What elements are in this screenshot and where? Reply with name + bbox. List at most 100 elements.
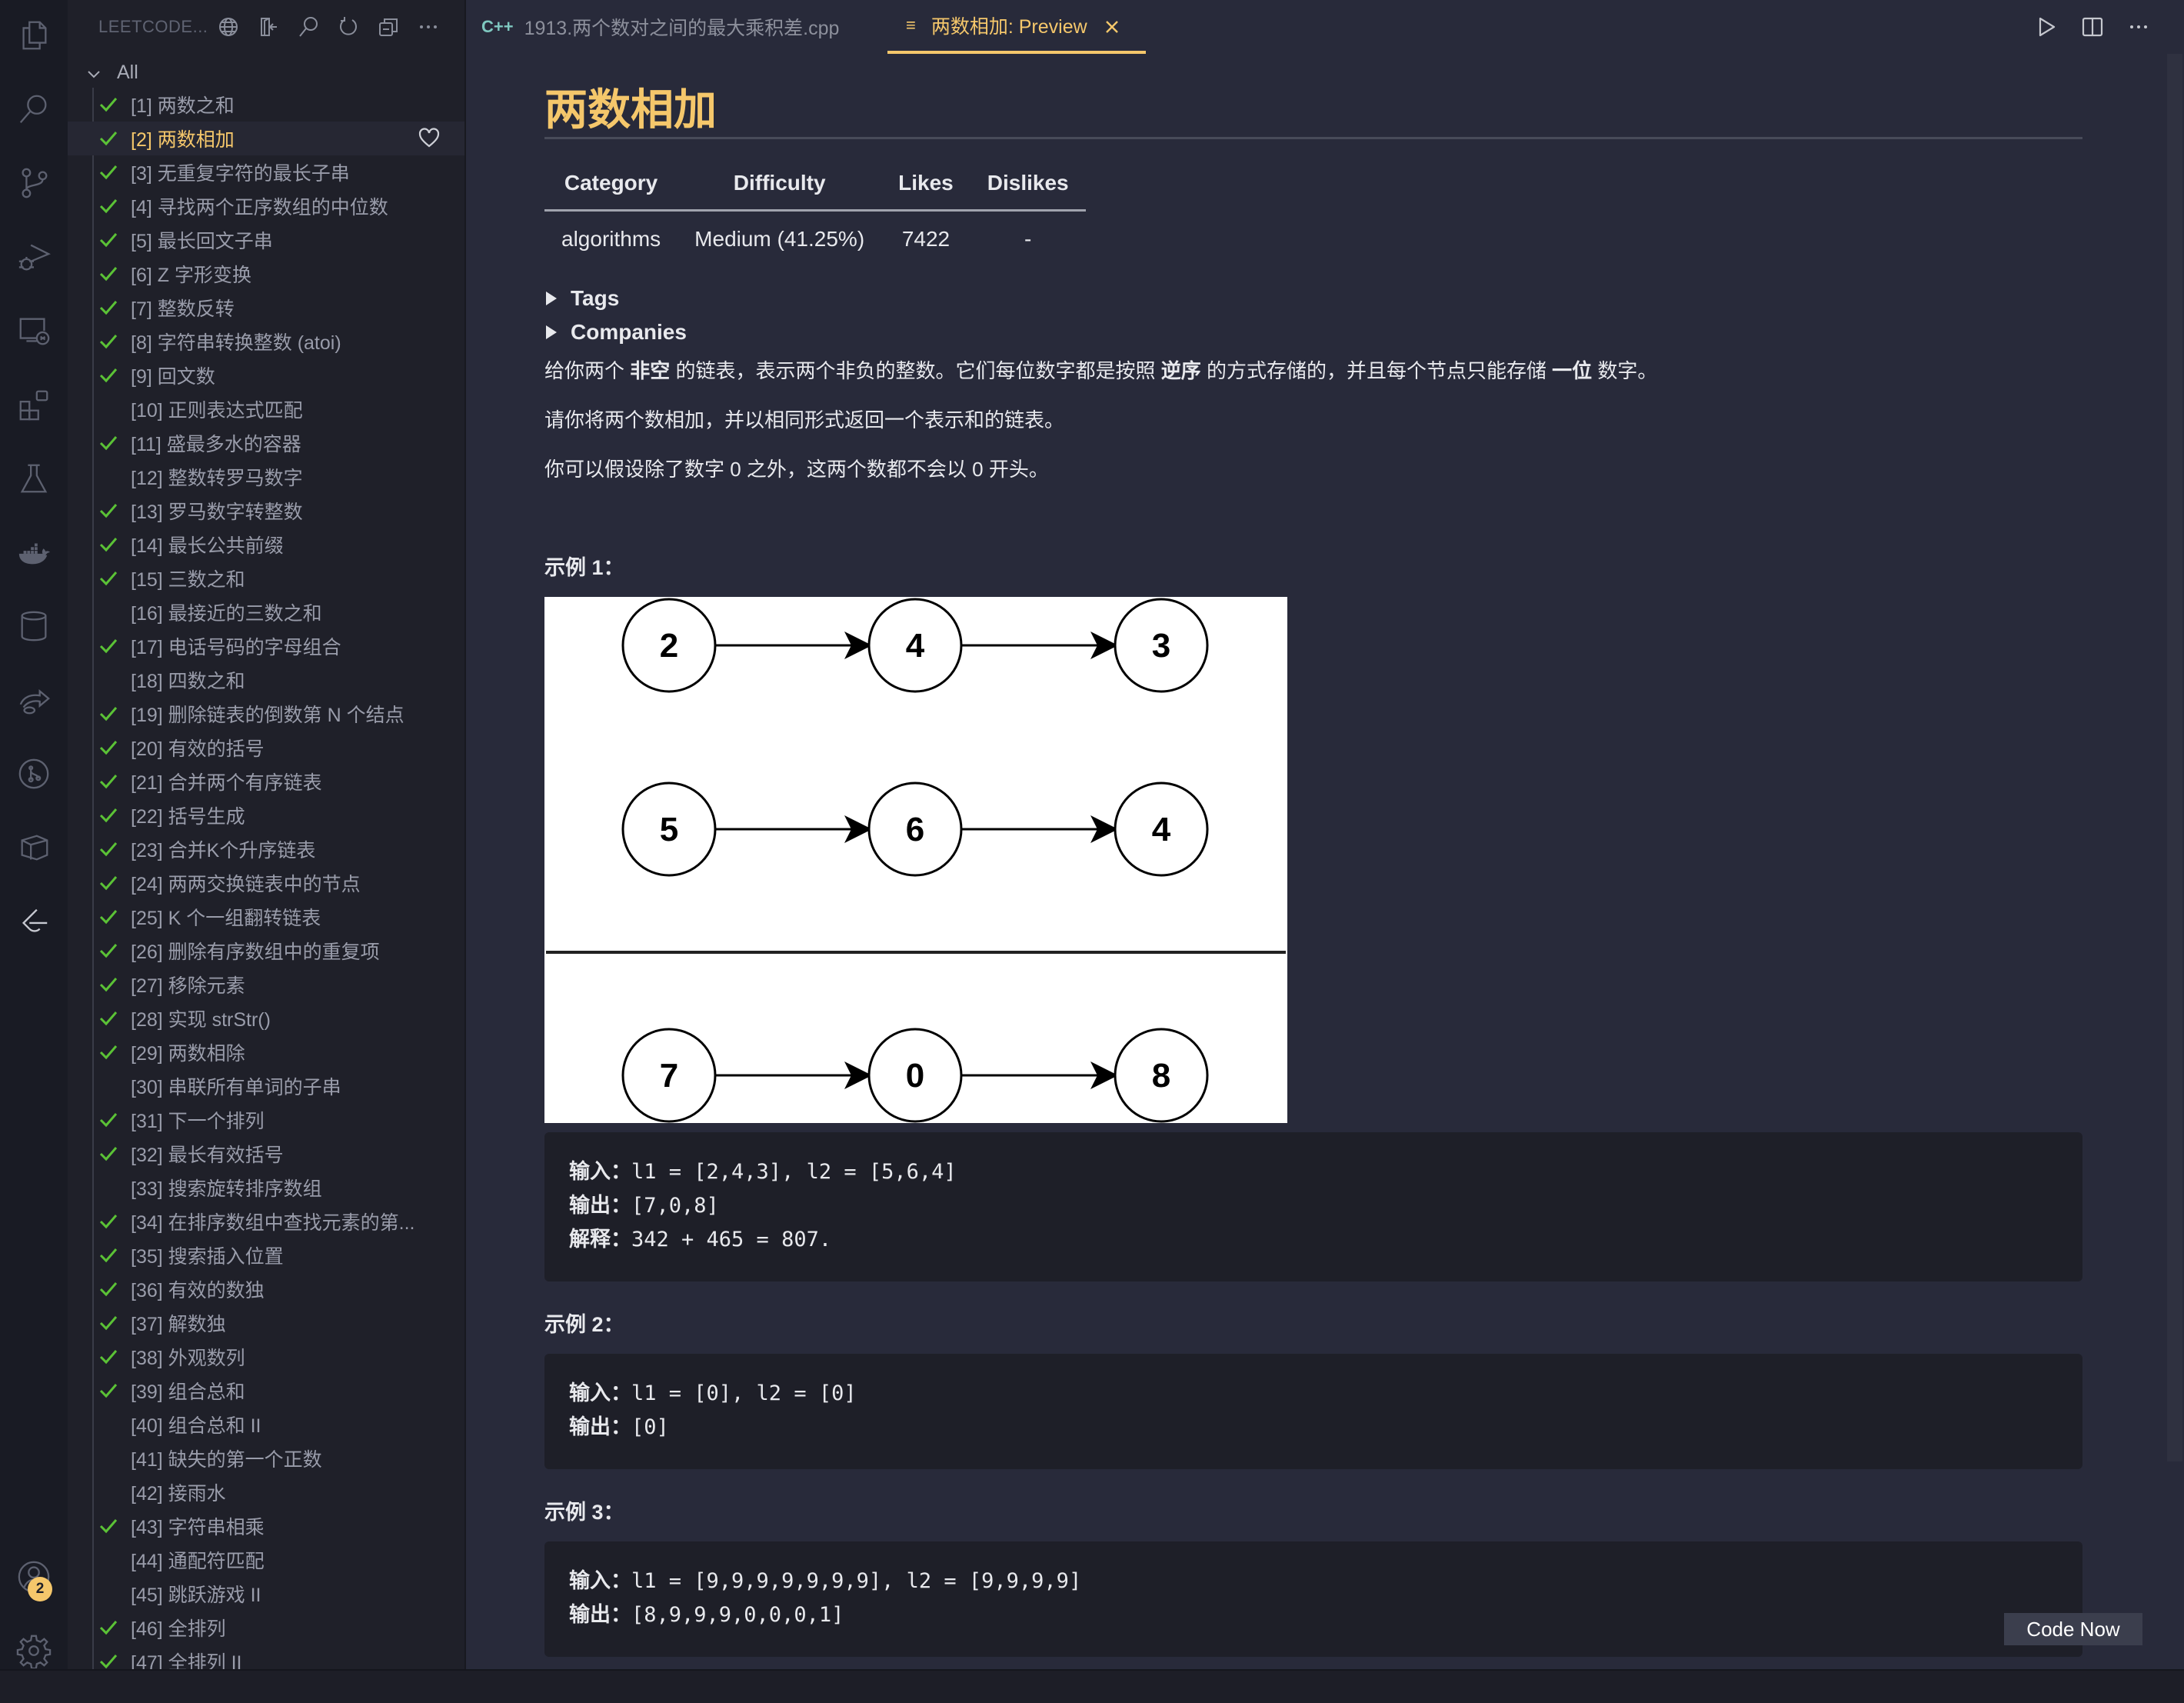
sign-out-icon[interactable] — [254, 12, 283, 42]
problem-list-item[interactable]: [13] 罗马数字转整数 — [68, 494, 464, 528]
more-actions-icon[interactable] — [2124, 12, 2153, 42]
problem-list-item[interactable]: [4] 寻找两个正序数组的中位数 — [68, 189, 464, 223]
solved-check-icon — [98, 772, 118, 791]
problem-list-item[interactable]: [38] 外观数列 — [68, 1340, 464, 1374]
cell-category: algorithms — [561, 227, 661, 251]
code-text: 342 + 465 = 807. — [631, 1228, 832, 1251]
problem-list-item[interactable]: [46] 全排列 — [68, 1611, 464, 1645]
problem-list-item[interactable]: [14] 最长公共前缀 — [68, 528, 464, 562]
favorite-heart-icon[interactable] — [418, 128, 441, 149]
tab-preview[interactable]: ≡ 两数相加: Preview — [887, 0, 1146, 54]
problem-list-item[interactable]: [3] 无重复字符的最长子串 — [68, 155, 464, 189]
testing-icon[interactable] — [15, 460, 52, 497]
solved-check-icon — [98, 1618, 118, 1637]
problem-list-item[interactable]: [17] 电话号码的字母组合 — [68, 629, 464, 663]
more-icon[interactable] — [414, 12, 443, 42]
problem-list-item[interactable]: [47] 全排列 II — [68, 1645, 464, 1669]
tab-cpp-file[interactable]: C++ 1913.两个数对之间的最大乘积差.cpp — [481, 0, 839, 54]
problem-list-item[interactable]: [32] 最长有效括号 — [68, 1137, 464, 1171]
extensions-icon[interactable] — [15, 386, 52, 423]
solved-check-icon — [98, 1212, 118, 1231]
problem-list-item[interactable]: [35] 搜索插入位置 — [68, 1238, 464, 1272]
problem-list-item[interactable]: [9] 回文数 — [68, 358, 464, 392]
problem-list-item[interactable]: [44] 通配符匹配 — [68, 1543, 464, 1577]
problem-label: [28] 实现 strStr() — [131, 1009, 271, 1031]
problem-list-item[interactable]: [21] 合并两个有序链表 — [68, 765, 464, 798]
code-label: 输入： — [569, 1381, 631, 1405]
solved-check-icon — [98, 1381, 118, 1400]
problem-list-item[interactable]: [24] 两两交换链表中的节点 — [68, 866, 464, 900]
globe-icon[interactable] — [214, 12, 243, 42]
leetcode-icon[interactable] — [15, 903, 52, 940]
code-label: 解释： — [569, 1228, 631, 1251]
problem-list-item[interactable]: [25] K 个一组翻转链表 — [68, 900, 464, 934]
problem-list-item[interactable]: [30] 串联所有单词的子串 — [68, 1069, 464, 1103]
problem-list-item[interactable]: [43] 字符串相乘 — [68, 1509, 464, 1543]
run-icon[interactable] — [2032, 12, 2061, 42]
problem-list-item[interactable]: [29] 两数相除 — [68, 1035, 464, 1069]
problem-list-item[interactable]: [18] 四数之和 — [68, 663, 464, 697]
source-control-icon[interactable] — [15, 165, 52, 202]
problem-list-item[interactable]: [11] 盛最多水的容器 — [68, 426, 464, 460]
problem-list-item[interactable]: [27] 移除元素 — [68, 968, 464, 1001]
problem-list-item[interactable]: [10] 正则表达式匹配 — [68, 392, 464, 426]
problem-list-item[interactable]: [8] 字符串转换整数 (atoi) — [68, 325, 464, 358]
git-graph-icon[interactable] — [15, 755, 52, 792]
close-icon[interactable] — [1104, 18, 1120, 33]
problem-list-item[interactable]: [28] 实现 strStr() — [68, 1001, 464, 1035]
database-icon[interactable] — [15, 608, 52, 645]
problem-label: [38] 外观数列 — [131, 1348, 245, 1369]
problem-list-item[interactable]: [15] 三数之和 — [68, 562, 464, 595]
problem-list-item[interactable]: [6] Z 字形变换 — [68, 257, 464, 291]
problem-list-item[interactable]: [34] 在排序数组中查找元素的第... — [68, 1205, 464, 1238]
code-text: l1 = [9,9,9,9,9,9,9], l2 = [9,9,9,9] — [631, 1569, 1082, 1593]
editor-scrollbar[interactable] — [2167, 54, 2182, 1461]
example-3-code: 输入：l1 = [9,9,9,9,9,9,9], l2 = [9,9,9,9] … — [544, 1541, 2082, 1657]
header-difficulty: Difficulty — [678, 171, 882, 212]
problem-label: [42] 接雨水 — [131, 1483, 226, 1505]
problem-list-item[interactable]: [16] 最接近的三数之和 — [68, 595, 464, 629]
collapse-all-icon[interactable] — [374, 12, 403, 42]
run-debug-icon[interactable] — [15, 238, 52, 275]
search-icon[interactable] — [294, 12, 323, 42]
problem-list-item[interactable]: [22] 括号生成 — [68, 798, 464, 832]
problem-label: [25] K 个一组翻转链表 — [131, 908, 321, 929]
docker-icon[interactable] — [15, 534, 52, 571]
explorer-icon[interactable] — [15, 17, 52, 54]
problem-list-item[interactable]: [20] 有效的括号 — [68, 731, 464, 765]
live-share-icon[interactable] — [15, 682, 52, 718]
problem-list-item[interactable]: [42] 接雨水 — [68, 1475, 464, 1509]
search-icon[interactable] — [15, 91, 52, 128]
problem-label: [39] 组合总和 — [131, 1381, 245, 1403]
settings-gear-icon[interactable] — [15, 1632, 52, 1669]
problem-list-item[interactable]: [1] 两数之和 — [68, 88, 464, 122]
split-editor-icon[interactable] — [2078, 12, 2107, 42]
problem-list-item[interactable]: [2] 两数相加 — [68, 122, 464, 155]
problem-list-item[interactable]: [41] 缺失的第一个正数 — [68, 1441, 464, 1475]
problem-list-item[interactable]: [19] 删除链表的倒数第 N 个结点 — [68, 697, 464, 731]
problem-list-item[interactable]: [37] 解数独 — [68, 1306, 464, 1340]
deploy-icon[interactable] — [15, 829, 52, 866]
refresh-icon[interactable] — [334, 12, 363, 42]
code-now-button[interactable]: Code Now — [2004, 1613, 2142, 1645]
tags-toggle[interactable]: Tags — [544, 286, 619, 311]
companies-toggle[interactable]: Companies — [544, 320, 687, 345]
problem-list-item[interactable]: [5] 最长回文子串 — [68, 223, 464, 257]
problem-list-item[interactable]: [31] 下一个排列 — [68, 1103, 464, 1137]
problem-list-item[interactable]: [7] 整数反转 — [68, 291, 464, 325]
problem-meta-table: Category Difficulty Likes Dislikes algor… — [544, 171, 1086, 252]
problem-list-item[interactable]: [40] 组合总和 II — [68, 1408, 464, 1441]
problem-list-item[interactable]: [26] 删除有序数组中的重复项 — [68, 934, 464, 968]
code-line: 输入：l1 = [9,9,9,9,9,9,9], l2 = [9,9,9,9] — [569, 1565, 2058, 1598]
problem-list-item[interactable]: [39] 组合总和 — [68, 1374, 464, 1408]
problem-list-item[interactable]: [12] 整数转罗马数字 — [68, 460, 464, 494]
problem-list-item[interactable]: [36] 有效的数独 — [68, 1272, 464, 1306]
problem-label: [46] 全排列 — [131, 1618, 226, 1640]
tree-root-all[interactable]: All — [86, 57, 138, 88]
remote-explorer-icon[interactable] — [15, 312, 52, 349]
problem-list-item[interactable]: [45] 跳跃游戏 II — [68, 1577, 464, 1611]
problem-list-item[interactable]: [23] 合并K个升序链表 — [68, 832, 464, 866]
activity-bar: 2 — [0, 0, 68, 1669]
problem-list-item[interactable]: [33] 搜索旋转排序数组 — [68, 1171, 464, 1205]
code-text: l1 = [2,4,3], l2 = [5,6,4] — [631, 1160, 957, 1184]
